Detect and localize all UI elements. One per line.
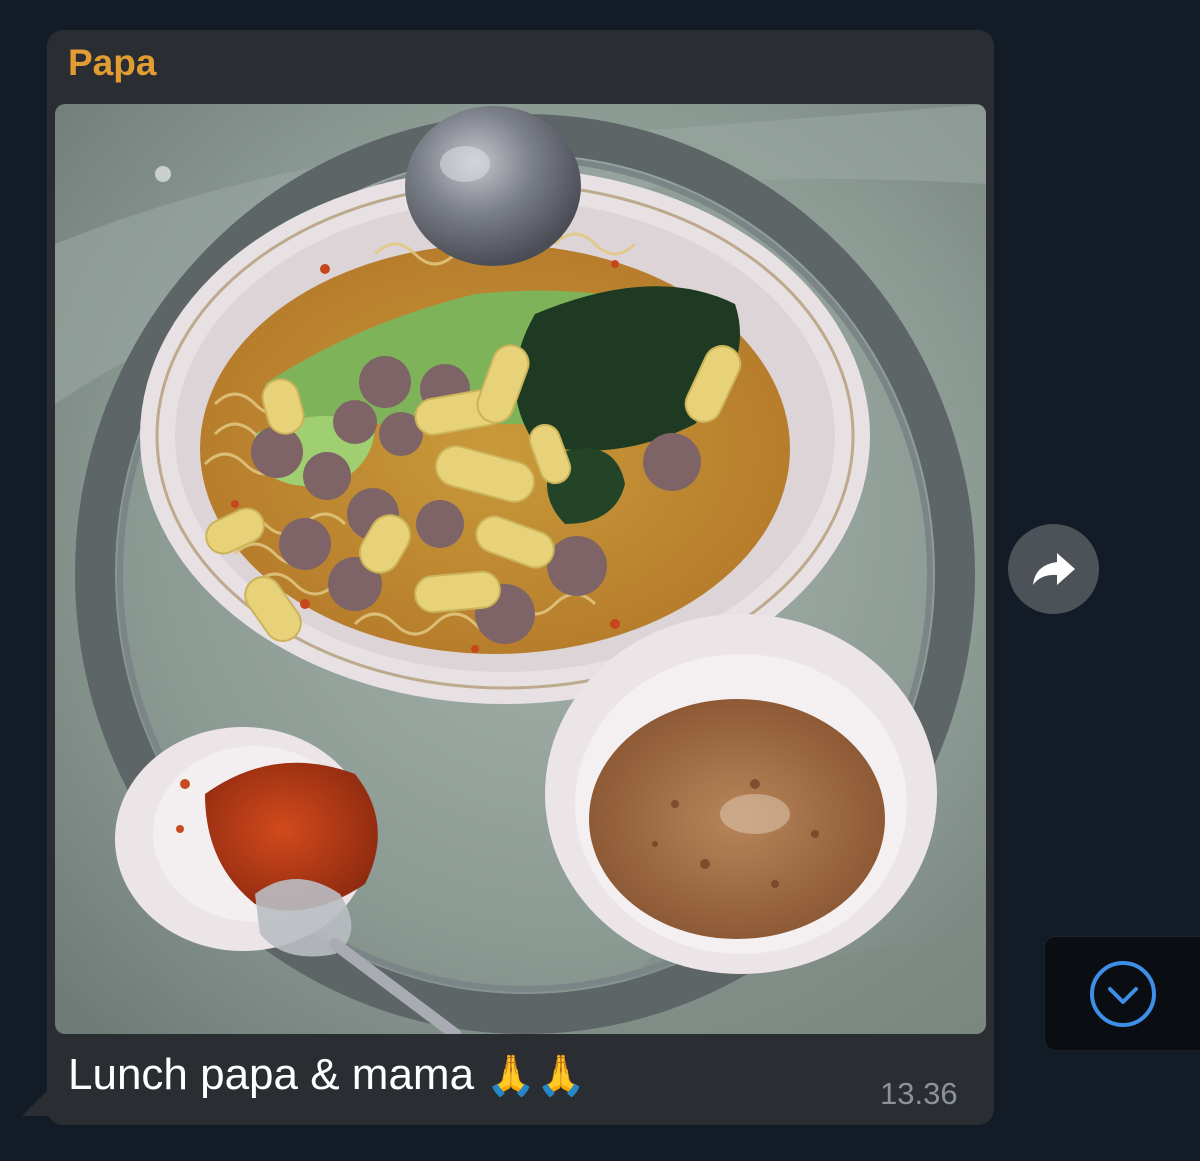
bubble-tail [22, 1088, 50, 1116]
sender-name[interactable]: Papa [68, 42, 156, 84]
forward-button[interactable] [1008, 524, 1099, 614]
chevron-down-circle-icon [1090, 961, 1156, 1027]
message-caption: Lunch papa & mama 🙏🙏 [68, 1050, 586, 1100]
message-photo[interactable] [55, 104, 986, 1034]
message-time: 13.36 [880, 1076, 958, 1111]
scroll-down-button[interactable] [1089, 960, 1157, 1028]
forward-arrow-icon [1032, 553, 1075, 585]
pray-emoji: 🙏🙏 [486, 1053, 586, 1099]
caption-text: Lunch papa & mama [68, 1050, 475, 1099]
